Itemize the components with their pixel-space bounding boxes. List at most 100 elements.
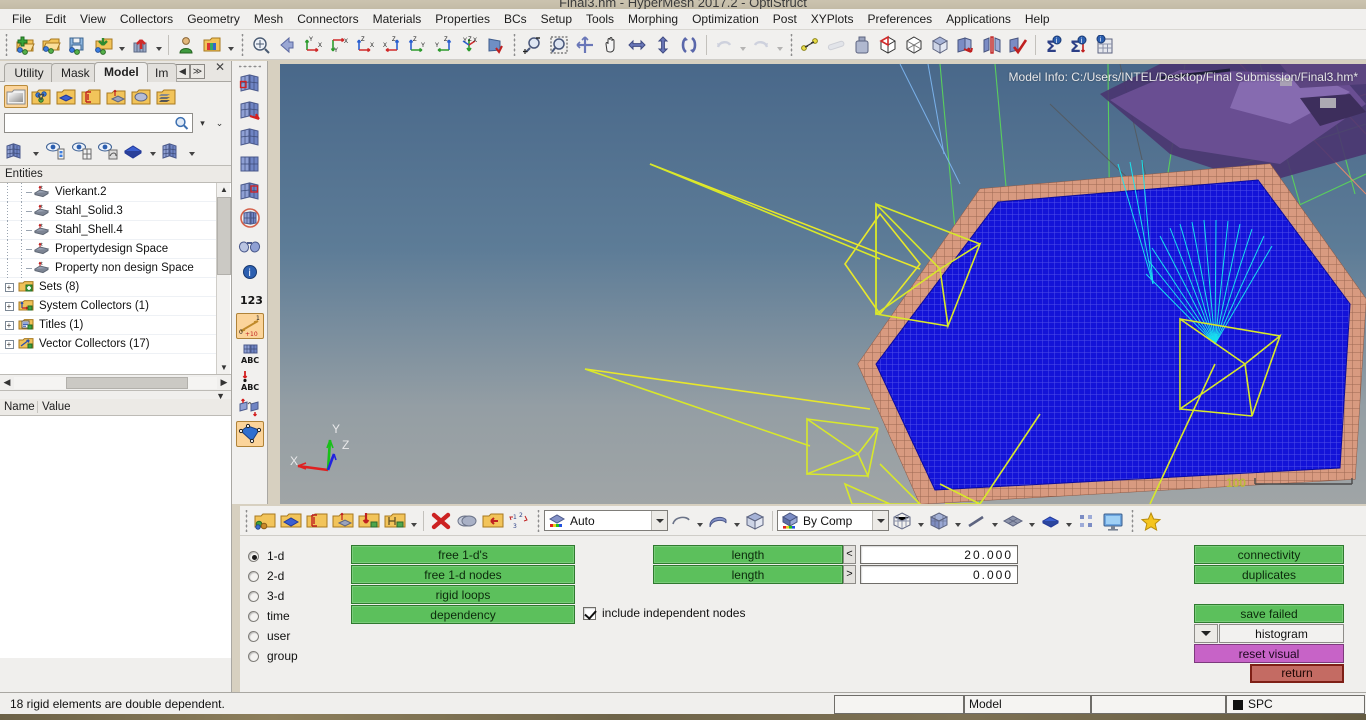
search-expand-icon[interactable]: ⌄ [212,113,227,133]
measure-icon[interactable] [823,32,849,58]
hscroll-left-button[interactable]: ◀ [0,376,14,390]
toolbar-grip[interactable] [3,33,9,56]
menu-item-help[interactable]: Help [1018,10,1057,28]
shaded-elements-dropdown-icon[interactable] [952,508,963,534]
hscroll-track[interactable] [14,376,217,389]
fit-to-screen-icon[interactable] [248,32,274,58]
radio-user[interactable]: user [248,626,298,646]
menu-item-view[interactable]: View [73,10,113,28]
reset-visual-button[interactable]: reset visual [1194,644,1344,663]
menu-item-tools[interactable]: Tools [579,10,621,28]
histogram-dropdown-arrow-icon[interactable] [1194,624,1218,643]
radio-button-icon[interactable] [248,570,259,582]
panel-tab-im[interactable]: Im [145,63,177,82]
solid-elements-dropdown-icon[interactable] [1063,508,1074,534]
panel-tab-mask[interactable]: Mask [51,63,97,82]
mesh-lines-dropdown-icon[interactable] [186,141,197,161]
tree-expander[interactable]: + [2,282,16,292]
display-toolbar-grip-3[interactable] [1129,509,1135,532]
display-all-icon[interactable] [4,139,28,162]
menu-item-optimization[interactable]: Optimization [685,10,766,28]
tab-prev-button[interactable]: ◀ [175,64,190,79]
matrix-browser-icon[interactable]: i [1092,32,1118,58]
yz-left-view-icon[interactable]: ZY [404,32,430,58]
favorites-star-icon[interactable] [1138,508,1164,534]
radio-1-d[interactable]: 1-d [248,546,298,566]
plus-icon[interactable]: + [4,282,14,292]
check-button-rigid-loops[interactable]: rigid loops [351,585,575,604]
collector-dropdown-arrow-icon[interactable] [408,508,419,534]
numbers-icon[interactable]: 123 [236,286,264,312]
tree-expander[interactable]: + [2,320,16,330]
panel-close-icon[interactable]: ✕ [215,60,225,74]
mask-binoculars-icon[interactable] [236,232,264,258]
undo-dropdown-arrow-icon[interactable] [737,32,748,58]
criteria-button-0[interactable]: length [653,545,843,564]
menu-item-collectors[interactable]: Collectors [113,10,180,28]
shell-elements-icon[interactable] [1000,508,1026,534]
radio-button-icon[interactable] [248,650,259,662]
import-collector-icon[interactable] [356,508,382,534]
xz-back-view-icon[interactable]: ZX [378,32,404,58]
wireframe-icon[interactable] [901,32,927,58]
shaded-elements-icon[interactable] [926,508,952,534]
solid-elements-icon[interactable] [1037,508,1063,534]
isolate-icon[interactable] [95,139,119,162]
menu-item-materials[interactable]: Materials [366,10,429,28]
find-element-icon[interactable] [236,205,264,231]
tree-scroll-thumb[interactable] [217,197,231,275]
organize-abc-icon[interactable]: ABC [236,367,264,393]
tree-row[interactable]: + System Collectors (1) [0,297,216,316]
status-field-model[interactable]: Model [964,695,1091,714]
element-color-dropdown-arrow-icon[interactable] [872,511,888,530]
new-model-icon[interactable] [12,32,38,58]
toolbar-grip-4[interactable] [788,33,794,56]
element-color-select[interactable]: By Comp [777,510,889,531]
shrink-elements-icon[interactable] [235,421,264,447]
mask-icon[interactable] [454,508,480,534]
menu-item-properties[interactable]: Properties [428,10,497,28]
xy-bottom-view-icon[interactable]: YX [326,32,352,58]
rotate-icon[interactable] [676,32,702,58]
color-mode-dropdown-arrow-icon[interactable] [651,511,667,530]
tree-horizontal-scrollbar[interactable]: ◀ ▶ [0,375,231,391]
distance-measure-icon[interactable]: 0 1 +10 [235,313,264,339]
circle-zoom-icon[interactable] [572,32,598,58]
connector-view-icon[interactable] [29,85,53,108]
check-button-free-1-d-s[interactable]: free 1-d's [351,545,575,564]
tree-expander[interactable]: + [2,301,16,311]
solid-edges-icon[interactable] [875,32,901,58]
load-collector-view-icon[interactable] [79,85,103,108]
component-view-icon[interactable] [4,85,28,108]
renumber-icon[interactable]: 1 2 3 [506,508,532,534]
splitter-chevron-icon[interactable]: ▼ [216,391,225,401]
element-features-icon[interactable] [236,151,264,177]
xy-top-view-icon[interactable]: YX [300,32,326,58]
translate-elements-icon[interactable] [236,394,264,420]
property-view-icon[interactable] [54,85,78,108]
duplicates-button[interactable]: duplicates [1194,565,1344,584]
solid-shaded-icon[interactable] [742,508,768,534]
criteria-button-1[interactable]: length [653,565,843,584]
plus-icon[interactable]: + [4,301,14,311]
radio-2-d[interactable]: 2-d [248,566,298,586]
menu-item-post[interactable]: Post [766,10,804,28]
element-quality-icon[interactable] [236,70,264,96]
display-toolbar-grip[interactable] [243,509,249,532]
radio-button-icon[interactable] [248,630,259,642]
redo-dropdown-arrow-icon[interactable] [774,32,785,58]
shaded-dropdown-icon[interactable] [147,141,158,161]
hscroll-right-button[interactable]: ▶ [217,376,231,390]
rename-abc-icon[interactable]: ABC [236,340,264,366]
tree-scroll-up-button[interactable]: ▲ [217,183,231,197]
connectivity-button[interactable]: connectivity [1194,545,1344,564]
menu-item-applications[interactable]: Applications [939,10,1018,28]
surface-shaded-dropdown-icon[interactable] [731,508,742,534]
search-chevron-down-icon[interactable]: ▾ [195,113,210,133]
pan-icon[interactable] [598,32,624,58]
open-model-icon[interactable] [38,32,64,58]
radio-group[interactable]: group [248,646,298,666]
surface-edges-dropdown-icon[interactable] [694,508,705,534]
export-solver-deck-icon[interactable] [127,32,153,58]
save-model-icon[interactable] [64,32,90,58]
